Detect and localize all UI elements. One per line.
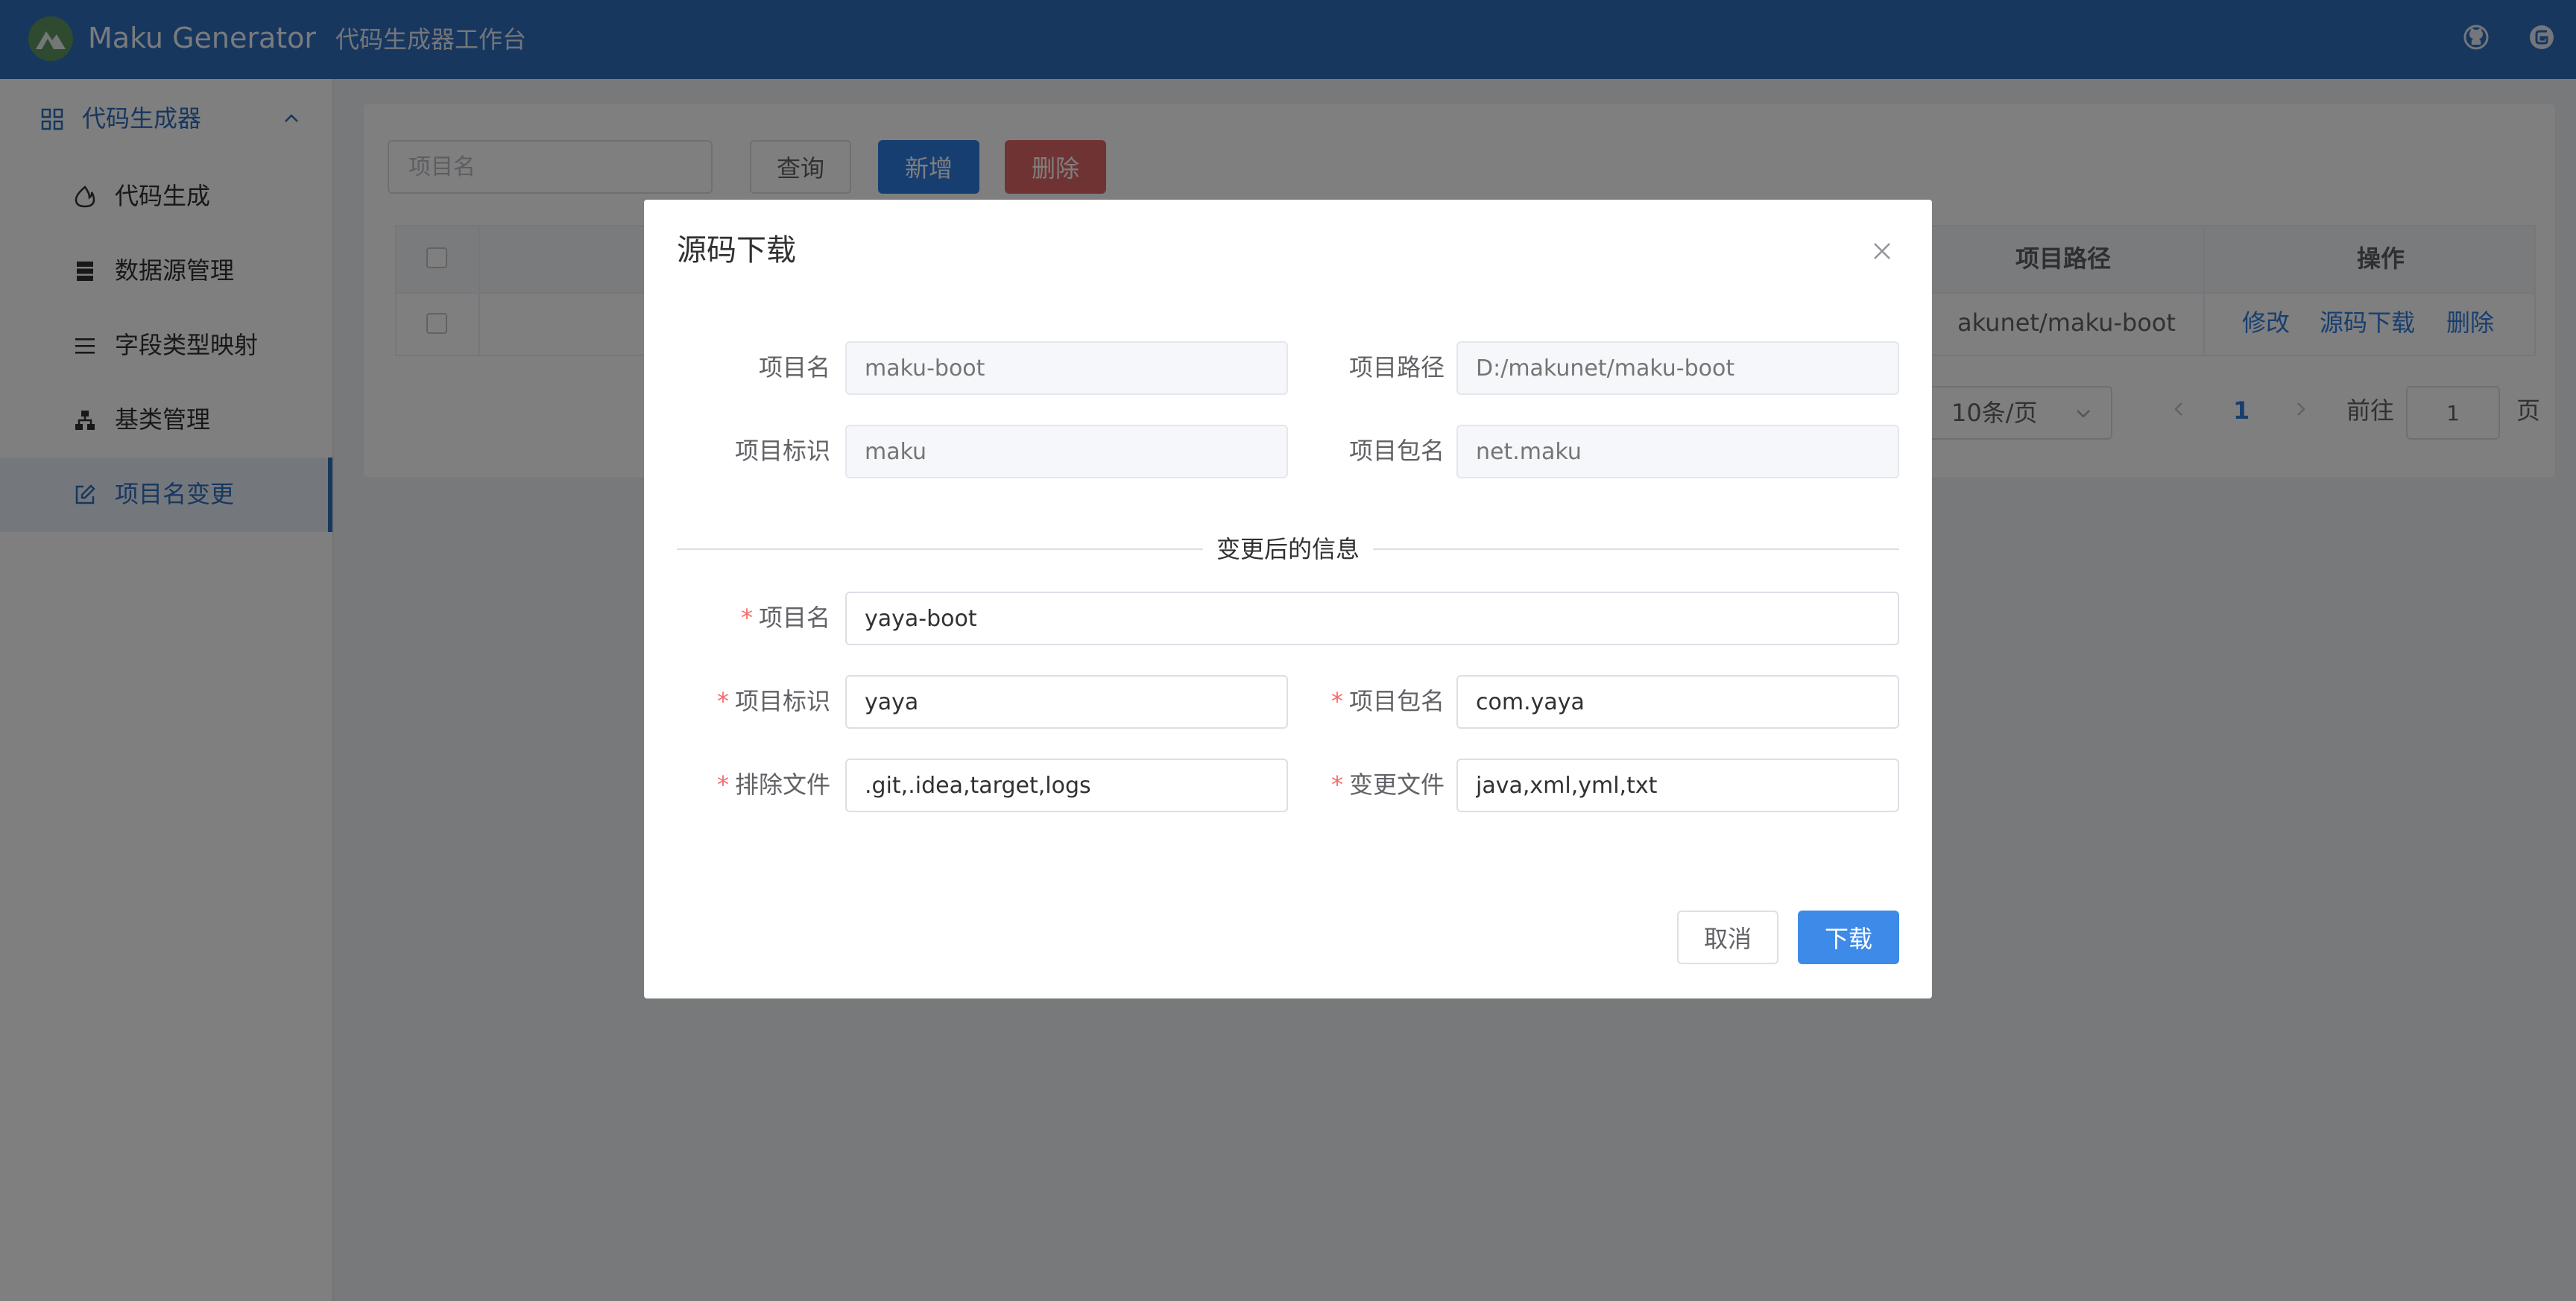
new-project-package-input[interactable] bbox=[1456, 675, 1899, 729]
exclude-files-label: * 排除文件 bbox=[689, 767, 830, 802]
change-files-input[interactable] bbox=[1456, 759, 1899, 812]
source-download-dialog: 源码下载 项目名 项目路径 项目标识 项目包名 变更后的信息 *项目名 *项目标… bbox=[644, 200, 1932, 998]
close-icon[interactable] bbox=[1869, 238, 1895, 264]
original-project-code-input bbox=[845, 425, 1288, 478]
original-project-name-input bbox=[845, 341, 1288, 395]
original-project-path-label: 项目路径 bbox=[1348, 353, 1445, 382]
required-mark: * bbox=[716, 687, 729, 715]
label-text: 项目标识 bbox=[734, 687, 830, 715]
new-project-code-input[interactable] bbox=[845, 675, 1288, 729]
label-text: 排除文件 bbox=[734, 770, 830, 799]
dialog-title: 源码下载 bbox=[677, 233, 796, 268]
new-project-name-input[interactable] bbox=[845, 592, 1899, 645]
new-project-code-label: * 项目标识 bbox=[689, 684, 830, 718]
download-button[interactable]: 下载 bbox=[1798, 911, 1899, 964]
required-mark: * bbox=[716, 770, 729, 799]
label-text: 项目包名 bbox=[1348, 687, 1445, 715]
exclude-files-input[interactable] bbox=[845, 759, 1288, 812]
required-mark: * bbox=[1330, 770, 1343, 799]
required-mark: * bbox=[1330, 687, 1343, 715]
new-project-package-label: * 项目包名 bbox=[1303, 684, 1445, 718]
change-files-label: * 变更文件 bbox=[1303, 767, 1445, 802]
original-project-package-label: 项目包名 bbox=[1348, 437, 1445, 465]
original-project-name-label: 项目名 bbox=[758, 353, 830, 382]
new-project-name-label: * 项目名 bbox=[704, 601, 830, 635]
original-project-code-label: 项目标识 bbox=[734, 437, 830, 465]
original-project-package-input bbox=[1456, 425, 1899, 478]
original-project-path-input bbox=[1456, 341, 1899, 395]
required-mark: * bbox=[740, 604, 753, 632]
cancel-button[interactable]: 取消 bbox=[1677, 911, 1778, 964]
label-text: 变更文件 bbox=[1348, 770, 1445, 799]
section-divider-label: 变更后的信息 bbox=[1203, 532, 1373, 566]
label-text: 项目名 bbox=[758, 604, 830, 632]
